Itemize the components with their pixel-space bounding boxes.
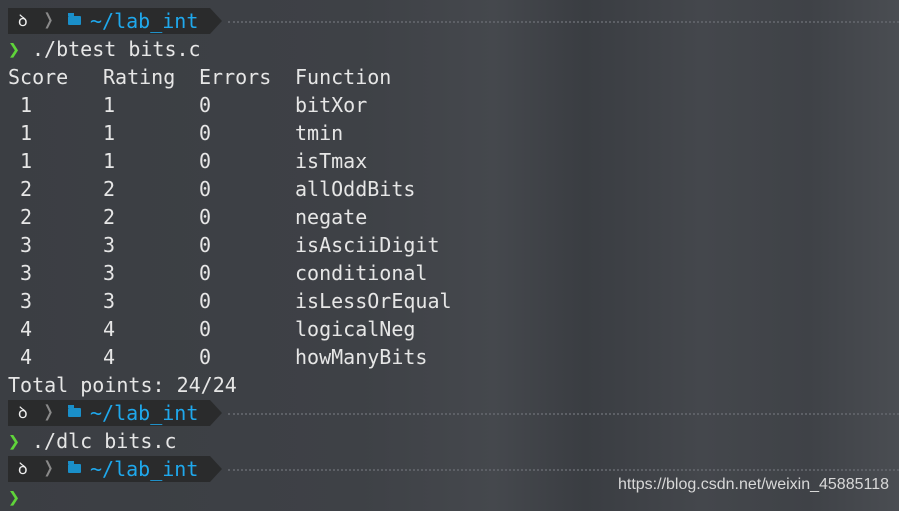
table-cell: conditional <box>295 261 428 285</box>
table-cell: 2 <box>8 205 33 229</box>
table-cell: 1 <box>103 121 116 145</box>
table-cell: howManyBits <box>295 345 428 369</box>
table-row: 4 4 0 howManyBits <box>0 343 899 371</box>
table-cell: logicalNeg <box>295 317 416 341</box>
table-cell: 3 <box>103 233 116 257</box>
prompt-dotted-fill <box>228 469 899 471</box>
table-cell: isLessOrEqual <box>295 289 452 313</box>
command-line: ❯ ./btest bits.c <box>0 35 899 63</box>
command-text: ./dlc bits.c <box>32 429 177 453</box>
table-cell: isTmax <box>295 149 368 173</box>
table-row: 4 4 0 logicalNeg <box>0 315 899 343</box>
separator-icon: ❭ <box>42 8 56 33</box>
table-cell: bitXor <box>295 93 368 117</box>
folder-icon <box>68 13 81 25</box>
table-row: 1 1 0 bitXor <box>0 91 899 119</box>
folder-icon <box>68 405 81 417</box>
table-cell: 1 <box>8 93 33 117</box>
table-cell: negate <box>295 205 368 229</box>
table-cell: 0 <box>199 121 212 145</box>
separator-icon: ❭ <box>42 456 56 481</box>
ubuntu-icon: ꝺ <box>18 459 28 478</box>
table-cell: 0 <box>199 317 212 341</box>
command-line: ❯ ./dlc bits.c <box>0 427 899 455</box>
table-cell: 1 <box>8 149 33 173</box>
table-cell: tmin <box>295 121 344 145</box>
prompt-path: ~/lab_int <box>90 9 199 33</box>
table-header: Score Rating Errors Function <box>0 63 899 91</box>
table-row: 1 1 0 tmin <box>0 119 899 147</box>
table-cell: 0 <box>199 233 212 257</box>
table-cell: 0 <box>199 289 212 313</box>
prompt-dotted-fill <box>228 413 899 415</box>
prompt-line: ꝺ ❭ ~/lab_int <box>0 399 899 427</box>
table-cell: 1 <box>103 149 116 173</box>
table-cell: isAsciiDigit <box>295 233 440 257</box>
total-text: Total points: 24/24 <box>8 373 237 397</box>
prompt-symbol: ❯ <box>8 429 21 453</box>
prompt-line: ꝺ ❭ ~/lab_int <box>0 7 899 35</box>
table-cell: 4 <box>8 317 33 341</box>
total-points: Total points: 24/24 <box>0 371 899 399</box>
table-cell: 0 <box>199 93 212 117</box>
table-cell: 1 <box>8 121 33 145</box>
table-cell: 3 <box>8 261 33 285</box>
table-cell: 0 <box>199 261 212 285</box>
table-cell: 3 <box>8 289 33 313</box>
prompt-dotted-fill <box>228 21 899 23</box>
prompt-path: ~/lab_int <box>90 401 199 425</box>
table-row: 1 1 0 isTmax <box>0 147 899 175</box>
prompt-symbol: ❯ <box>8 485 21 509</box>
prompt-arrow <box>210 400 222 426</box>
column-header: Score <box>8 65 69 89</box>
prompt-arrow <box>210 456 222 482</box>
folder-icon <box>68 461 81 473</box>
column-header: Rating <box>103 65 176 89</box>
table-row: 3 3 0 isAsciiDigit <box>0 231 899 259</box>
column-header: Function <box>295 65 392 89</box>
table-cell: allOddBits <box>295 177 416 201</box>
table-cell: 1 <box>103 93 116 117</box>
table-cell: 2 <box>103 177 116 201</box>
table-cell: 3 <box>103 261 116 285</box>
table-row: 3 3 0 isLessOrEqual <box>0 287 899 315</box>
prompt-arrow <box>210 8 222 34</box>
table-cell: 2 <box>103 205 116 229</box>
ubuntu-icon: ꝺ <box>18 403 28 422</box>
table-cell: 4 <box>8 345 33 369</box>
watermark: https://blog.csdn.net/weixin_45885118 <box>617 476 889 493</box>
command-text: ./btest bits.c <box>32 37 201 61</box>
table-row: 2 2 0 negate <box>0 203 899 231</box>
table-cell: 3 <box>8 233 33 257</box>
separator-icon: ❭ <box>42 400 56 425</box>
table-row: 2 2 0 allOddBits <box>0 175 899 203</box>
column-header: Errors <box>199 65 272 89</box>
table-cell: 0 <box>199 345 212 369</box>
ubuntu-icon: ꝺ <box>18 11 28 30</box>
table-cell: 4 <box>103 317 116 341</box>
table-cell: 4 <box>103 345 116 369</box>
table-cell: 3 <box>103 289 116 313</box>
prompt-symbol: ❯ <box>8 37 21 61</box>
table-cell: 2 <box>8 177 33 201</box>
table-cell: 0 <box>199 177 212 201</box>
prompt-path: ~/lab_int <box>90 457 199 481</box>
table-cell: 0 <box>199 205 212 229</box>
table-row: 3 3 0 conditional <box>0 259 899 287</box>
table-cell: 0 <box>199 149 212 173</box>
